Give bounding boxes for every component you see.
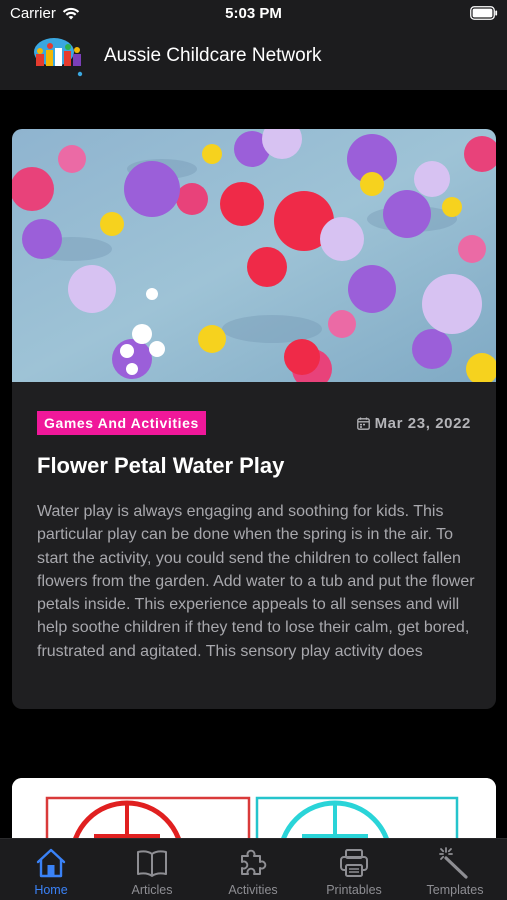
- category-badge[interactable]: Games And Activities: [37, 411, 206, 435]
- tab-articles[interactable]: Articles: [102, 839, 202, 900]
- tab-printables-label: Printables: [326, 883, 382, 897]
- printer-icon: [340, 849, 368, 877]
- tab-activities[interactable]: Activities: [203, 839, 303, 900]
- app-logo[interactable]: [30, 32, 88, 80]
- tab-home[interactable]: Home: [1, 839, 101, 900]
- tab-articles-label: Articles: [131, 883, 173, 897]
- article-title[interactable]: Flower Petal Water Play: [37, 453, 284, 479]
- article-excerpt: Water play is always engaging and soothi…: [37, 503, 475, 660]
- article-feed[interactable]: Games And Activities Mar 23, 2022 Flower…: [0, 90, 507, 838]
- article-date: Mar 23, 2022: [374, 415, 471, 432]
- article-image[interactable]: [12, 129, 496, 382]
- nav-bar: Aussie Childcare Network: [0, 28, 507, 90]
- battery-icon: [470, 6, 498, 20]
- puzzle-icon: [241, 849, 267, 875]
- tab-activities-label: Activities: [228, 883, 278, 897]
- app-title: Aussie Childcare Network: [104, 45, 322, 66]
- status-bar: Carrier 5:03 PM: [0, 0, 507, 28]
- article-card[interactable]: Games And Activities Mar 23, 2022 Flower…: [12, 129, 496, 709]
- calendar-icon: [356, 417, 370, 430]
- book-icon: [137, 850, 167, 877]
- tab-home-label: Home: [34, 883, 68, 897]
- article-image[interactable]: [12, 778, 496, 838]
- article-card[interactable]: [12, 778, 496, 838]
- article-date-group: Mar 23, 2022: [356, 415, 471, 432]
- home-icon: [36, 848, 66, 878]
- status-time: 5:03 PM: [225, 5, 282, 22]
- tab-printables[interactable]: Printables: [304, 839, 404, 900]
- magic-wand-icon: [439, 847, 468, 879]
- tab-templates[interactable]: Templates: [405, 839, 505, 900]
- tab-templates-label: Templates: [426, 883, 484, 897]
- tab-bar: Home Articles Activities Printables Temp…: [0, 838, 507, 900]
